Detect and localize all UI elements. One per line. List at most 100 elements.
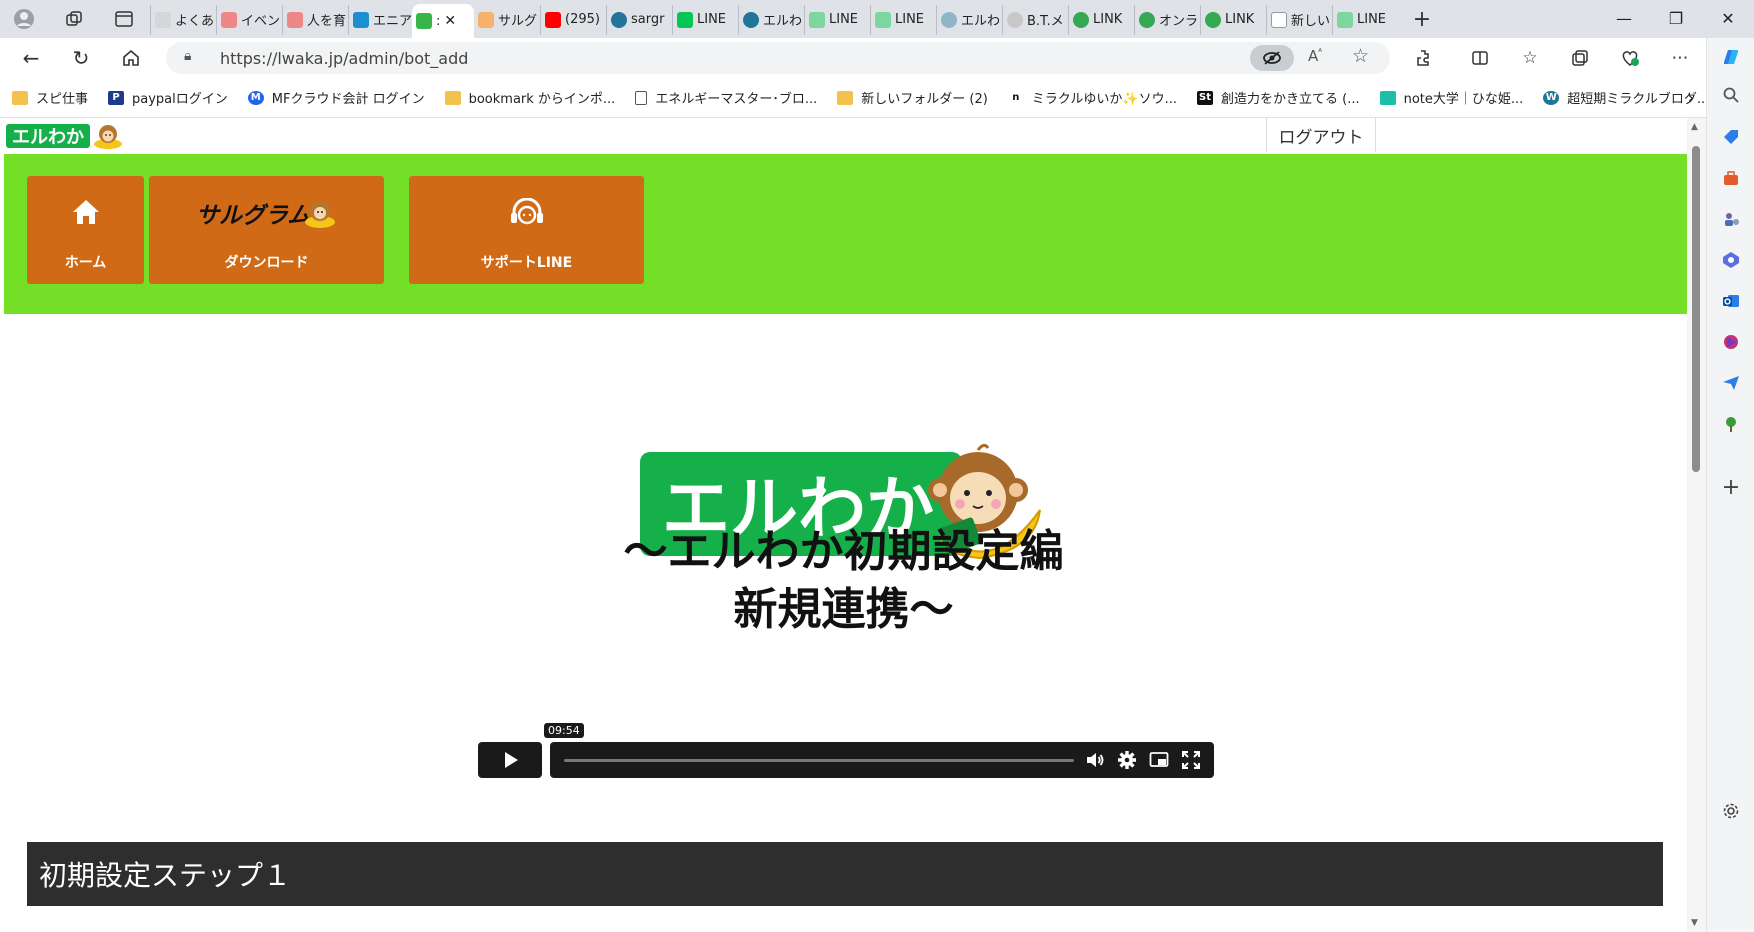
site-header: エルわか ログアウト	[0, 118, 1687, 154]
wordpress-icon	[611, 11, 627, 28]
games-icon[interactable]	[1720, 208, 1742, 230]
bookmark-item[interactable]: M MFクラウド会計 ログイン	[247, 88, 425, 107]
url-text[interactable]: https://lwaka.jp/admin/bot_add	[220, 49, 468, 68]
menu-home-button[interactable]: ホーム	[27, 176, 144, 284]
evernote-icon	[1073, 11, 1089, 28]
tab-active[interactable]: : ✕	[412, 4, 474, 38]
shopping-tag-icon[interactable]	[1720, 126, 1742, 148]
tab-link-1[interactable]: LINK	[1068, 4, 1134, 35]
volume-icon[interactable]	[1084, 749, 1106, 771]
back-icon[interactable]: ←	[16, 44, 46, 72]
copilot-icon[interactable]	[1720, 46, 1742, 68]
favorites-icon[interactable]: ☆	[1516, 44, 1544, 72]
profile-icon[interactable]	[10, 5, 38, 33]
tab-link-2[interactable]: LINK	[1200, 4, 1266, 35]
tab-line-4[interactable]: LINE	[1332, 4, 1398, 35]
folder-icon	[12, 90, 28, 105]
bookmark-item[interactable]: 新しいフォルダー (2)	[837, 88, 988, 107]
tab-line-3[interactable]: LINE	[870, 4, 936, 35]
restore-icon[interactable]: ❐	[1650, 0, 1702, 36]
bookmark-item[interactable]: bookmark からインポ...	[444, 88, 615, 107]
workspaces-icon[interactable]	[60, 5, 88, 33]
address-bar[interactable]: 🔒︎ https://lwaka.jp/admin/bot_add Aᴬ ☆	[166, 42, 1390, 74]
bookmark-item[interactable]: n ミラクルゆいか✨ソウ...	[1007, 88, 1177, 107]
home-icon[interactable]	[116, 44, 146, 72]
st-icon: St	[1197, 90, 1213, 105]
youtube-icon	[545, 11, 561, 28]
tab-actions-icon[interactable]	[110, 5, 138, 33]
tab-line-1[interactable]: LINE	[672, 4, 738, 35]
tab-list: よくあ イベン 人を育 エニア : ✕ サルグ (295) sargr LINE …	[150, 3, 1440, 38]
bookmark-item[interactable]: エネルギーマスター･ブロ...	[635, 88, 817, 107]
tab-new-page[interactable]: 新しい	[1266, 4, 1332, 35]
bookmark-item[interactable]: スピ仕事	[12, 88, 88, 107]
line-icon	[875, 11, 891, 28]
more-options-icon[interactable]: ⋯	[1666, 44, 1694, 72]
designer-icon[interactable]	[1720, 331, 1742, 353]
page-scrollbar[interactable]: ▲ ▼	[1687, 118, 1706, 932]
close-window-icon[interactable]: ✕	[1702, 0, 1754, 36]
tab-sarugu[interactable]: サルグ	[474, 5, 540, 35]
close-tab-icon[interactable]: ✕	[444, 13, 456, 29]
tools-icon[interactable]	[1720, 167, 1742, 189]
extensions-icon[interactable]	[1410, 44, 1438, 72]
nav-menu-band: ホーム サルグラム ダウンロード サポートLINE	[4, 154, 1687, 314]
tab-btmail[interactable]: B.T.メ	[1002, 4, 1068, 35]
line-icon	[677, 11, 693, 28]
tab-favicon	[221, 11, 237, 28]
evernote-icon	[1205, 11, 1221, 28]
page-viewport: エルわか ログアウト ホーム サルグラム ダウンロード サポートLINE エルわ…	[0, 118, 1706, 932]
browser-essentials-icon[interactable]	[1616, 44, 1644, 72]
site-logo[interactable]: エルわか	[4, 120, 124, 152]
add-sidebar-app-icon[interactable]: +	[1720, 475, 1742, 500]
search-icon[interactable]	[1720, 84, 1742, 106]
tab-eruwaka-1[interactable]: エルわ	[738, 4, 804, 35]
menu-download-button[interactable]: サルグラム ダウンロード	[149, 176, 384, 284]
lock-icon[interactable]: 🔒︎	[184, 48, 191, 64]
minimize-icon[interactable]: —	[1598, 0, 1650, 36]
tab-line-2[interactable]: LINE	[804, 4, 870, 35]
favorite-star-icon[interactable]: ☆	[1352, 45, 1369, 67]
tab-hitowo[interactable]: 人を育	[282, 4, 348, 35]
fullscreen-icon[interactable]	[1180, 749, 1202, 771]
bookmark-item[interactable]: note大学｜ひな姫...	[1379, 88, 1523, 107]
scroll-thumb[interactable]	[1692, 146, 1700, 472]
play-button[interactable]	[478, 742, 542, 778]
outlook-icon[interactable]	[1720, 290, 1742, 312]
settings-gear-icon[interactable]	[1116, 749, 1138, 771]
refresh-icon[interactable]: ↻	[66, 44, 96, 72]
tab-event[interactable]: イベン	[216, 4, 282, 35]
bookmark-item[interactable]: W 超短期ミラクルブログ...	[1543, 88, 1709, 107]
new-tab-icon[interactable]: +	[1404, 7, 1440, 32]
tab-enneagram[interactable]: エニア	[348, 4, 412, 35]
bookmark-item[interactable]: St 創造力をかき立てる (...	[1197, 88, 1360, 107]
tab-favicon	[1007, 11, 1023, 28]
folder-icon	[444, 90, 461, 105]
tab-sargr[interactable]: sargr	[606, 4, 672, 35]
scroll-up-icon[interactable]: ▲	[1691, 122, 1698, 132]
video-control-bar	[550, 742, 1214, 778]
collections-icon[interactable]	[1566, 44, 1594, 72]
bookmark-item[interactable]: Ppaypalログイン	[108, 88, 228, 107]
sidebar-settings-icon[interactable]	[1720, 800, 1742, 822]
tracking-prevention-icon[interactable]	[1250, 45, 1294, 71]
tab-eruwaka-2[interactable]: エルわ	[936, 4, 1002, 35]
page-icon	[1271, 11, 1287, 28]
logout-link[interactable]: ログアウト	[1266, 118, 1376, 152]
microsoft365-icon[interactable]	[1720, 249, 1742, 271]
read-aloud-icon[interactable]: Aᴬ	[1308, 47, 1322, 65]
tree-icon[interactable]	[1720, 413, 1742, 435]
video-player: 09:54	[476, 723, 1214, 778]
tab-online[interactable]: オンラ	[1134, 4, 1200, 35]
split-screen-icon[interactable]	[1466, 44, 1494, 72]
scroll-down-icon[interactable]: ▼	[1691, 918, 1698, 928]
page-icon	[635, 90, 648, 105]
progress-track[interactable]	[564, 759, 1074, 762]
tab-yokuaru[interactable]: よくあ	[150, 4, 216, 35]
tab-youtube[interactable]: (295)	[540, 4, 606, 35]
bookmarks-overflow-icon[interactable]: ›	[1688, 88, 1694, 107]
picture-in-picture-icon[interactable]	[1148, 749, 1170, 771]
send-icon[interactable]	[1720, 372, 1742, 394]
home-icon	[27, 198, 144, 226]
menu-support-line-button[interactable]: サポートLINE	[409, 176, 644, 284]
